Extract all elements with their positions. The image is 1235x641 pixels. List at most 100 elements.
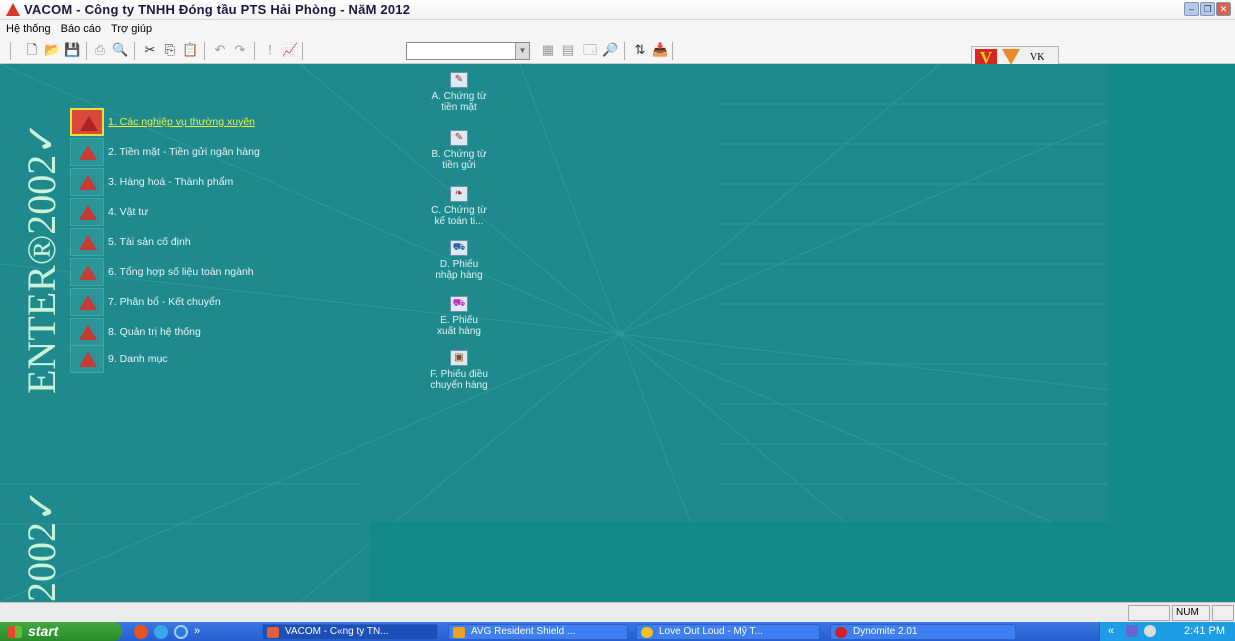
menu-help[interactable]: Trợ giúp xyxy=(111,23,152,35)
module-item-routine[interactable]: 1. Các nghiệp vụ thường xuyên xyxy=(70,108,255,136)
module-label: 5. Tài sản cố định xyxy=(108,236,191,248)
grid-icon[interactable]: ▦ xyxy=(540,42,556,58)
module-item-materials[interactable]: 4. Vật tư xyxy=(70,198,148,226)
status-cell-empty xyxy=(1128,605,1170,621)
import-icon[interactable]: 📥 xyxy=(652,42,668,58)
chart-icon[interactable]: 📈 xyxy=(282,42,298,58)
taskbar-item-browser[interactable]: Love Out Loud - Mỹ T... xyxy=(636,624,820,640)
module-item-catalog[interactable]: 9. Danh mục xyxy=(70,345,168,373)
module-label: 1. Các nghiệp vụ thường xuyên xyxy=(108,116,256,128)
print-icon[interactable]: ⎙ xyxy=(92,42,108,58)
module-label: 6. Tổng hợp số liệu toàn ngành xyxy=(108,266,254,278)
vk-label: VK xyxy=(1030,52,1045,63)
avg-icon xyxy=(453,627,465,638)
doc-goods-receipt[interactable]: ⛟ D. Phiếu nhập hàng xyxy=(414,240,504,281)
taskbar-item-vacom[interactable]: VACOM - C«ng ty TN... xyxy=(262,624,438,640)
menu-bar: Hệ thống Báo cáo Trợ giúp xyxy=(0,20,1235,38)
new-file-icon[interactable]: 🗋 xyxy=(24,42,40,58)
toolbar-separator xyxy=(134,42,135,60)
clock: 2:41 PM xyxy=(1184,625,1225,637)
module-icon xyxy=(70,138,104,166)
start-label: start xyxy=(28,623,59,639)
close-icon[interactable]: ✕ xyxy=(1216,2,1231,16)
status-bar: NUM xyxy=(0,602,1235,622)
doc-label: B. Chứng từ xyxy=(431,149,487,160)
chevron-left-icon[interactable]: « xyxy=(1108,625,1114,637)
browser-icon[interactable] xyxy=(174,625,188,639)
doc-accounting-voucher[interactable]: ❧ C. Chứng từ kế toán ti... xyxy=(414,186,504,227)
module-item-admin[interactable]: 8. Quản trị hệ thống xyxy=(70,318,201,346)
properties-icon[interactable]: 🗔 xyxy=(582,42,598,58)
open-folder-icon[interactable]: 📂 xyxy=(44,42,60,58)
module-label: 4. Vật tư xyxy=(108,206,149,218)
internet-explorer-icon[interactable] xyxy=(154,625,168,639)
paste-icon[interactable]: 📋 xyxy=(182,42,198,58)
cut-icon[interactable]: ✂ xyxy=(142,42,158,58)
module-item-cash-bank[interactable]: 2. Tiền mặt - Tiền gửi ngân hàng xyxy=(70,138,260,166)
vacom-icon xyxy=(267,627,279,638)
doc-label: tiền gửi xyxy=(442,160,476,171)
toolbar-combo[interactable]: ▼ xyxy=(406,42,530,60)
doc-goods-transfer[interactable]: ▣ F. Phiếu điều chuyển hàng xyxy=(414,350,504,391)
workspace: ENTER®2002✓ 2002✓ 1. Các nghiệp vụ thườn… xyxy=(0,64,1235,602)
title-bar: VACOM - Công ty TNHH Đóng tầu PTS Hải Ph… xyxy=(0,0,1235,20)
chrome-icon xyxy=(641,627,653,638)
menu-system[interactable]: Hệ thống xyxy=(6,23,51,35)
toolbar-separator xyxy=(86,42,87,60)
copy-icon[interactable]: ⎘ xyxy=(162,42,178,58)
taskbar: start » VACOM - C«ng ty TN... AVG Reside… xyxy=(0,622,1235,641)
network-icon[interactable] xyxy=(1126,625,1138,637)
task-label: VACOM - C«ng ty TN... xyxy=(285,626,389,637)
doc-label: tiền mặt xyxy=(441,102,477,113)
volume-icon[interactable] xyxy=(1144,625,1156,637)
print-preview-icon[interactable]: 🔍 xyxy=(112,42,128,58)
module-label: 8. Quản trị hệ thống xyxy=(108,326,201,338)
taskbar-item-dynomite[interactable]: Dynomite 2.01 xyxy=(830,624,1016,640)
module-icon xyxy=(70,228,104,256)
start-button[interactable]: start xyxy=(0,622,122,641)
toolbar-separator xyxy=(10,42,11,60)
module-item-fixed-assets[interactable]: 5. Tài sản cố định xyxy=(70,228,191,256)
undo-icon[interactable]: ↶ xyxy=(212,42,228,58)
num-lock-indicator: NUM xyxy=(1172,605,1210,621)
arrow-down-icon xyxy=(1002,49,1020,65)
brand-watermark-2: 2002✓ xyxy=(19,488,64,602)
module-label: 3. Hàng hoá - Thành phẩm xyxy=(108,176,234,188)
goods-transfer-icon: ▣ xyxy=(450,350,468,366)
doc-cash-voucher[interactable]: ✎ A. Chứng từ tiền mặt xyxy=(414,72,504,113)
windows-flag-icon xyxy=(8,626,22,638)
module-item-consolidation[interactable]: 6. Tổng hợp số liệu toàn ngành xyxy=(70,258,254,286)
taskbar-item-avg[interactable]: AVG Resident Shield ... xyxy=(448,624,628,640)
exclamation-icon[interactable]: ! xyxy=(262,42,278,58)
doc-bank-voucher[interactable]: ✎ B. Chứng từ tiền gửi xyxy=(414,130,504,171)
module-label: 2. Tiền mặt - Tiền gửi ngân hàng xyxy=(108,146,260,158)
toolbar-separator xyxy=(204,42,205,60)
minimize-icon[interactable]: – xyxy=(1184,2,1199,16)
chevron-down-icon[interactable]: ▼ xyxy=(515,43,529,59)
doc-goods-issue[interactable]: ⛟ E. Phiếu xuất hàng xyxy=(414,296,504,337)
module-icon xyxy=(70,258,104,286)
module-item-allocation[interactable]: 7. Phân bổ - Kết chuyển xyxy=(70,288,221,316)
toolbar-separator xyxy=(254,42,255,60)
brand-watermark: ENTER®2002✓ xyxy=(19,121,64,394)
lower-panel xyxy=(370,522,1235,602)
module-icon xyxy=(70,198,104,226)
menu-reports[interactable]: Báo cáo xyxy=(61,23,101,35)
chevron-right-icon[interactable]: » xyxy=(194,625,208,639)
quicklaunch-icon[interactable] xyxy=(134,625,148,639)
goods-issue-icon: ⛟ xyxy=(450,296,468,312)
redo-icon[interactable]: ↷ xyxy=(232,42,248,58)
task-label: Love Out Loud - Mỹ T... xyxy=(659,626,763,637)
sort-icon[interactable]: ⇅ xyxy=(632,42,648,58)
restore-icon[interactable]: ❐ xyxy=(1200,2,1215,16)
doc-label: A. Chứng từ xyxy=(431,91,487,102)
save-icon[interactable]: 💾 xyxy=(64,42,80,58)
task-label: AVG Resident Shield ... xyxy=(471,626,576,637)
doc-label: E. Phiếu xyxy=(440,315,478,326)
window-title: VACOM - Công ty TNHH Đóng tầu PTS Hải Ph… xyxy=(24,2,411,17)
doc-label: kế toán ti... xyxy=(434,216,484,227)
module-icon xyxy=(70,288,104,316)
form-icon[interactable]: ▤ xyxy=(560,42,576,58)
module-item-goods[interactable]: 3. Hàng hoá - Thành phẩm xyxy=(70,168,233,196)
find-icon[interactable]: 🔎 xyxy=(602,42,618,58)
